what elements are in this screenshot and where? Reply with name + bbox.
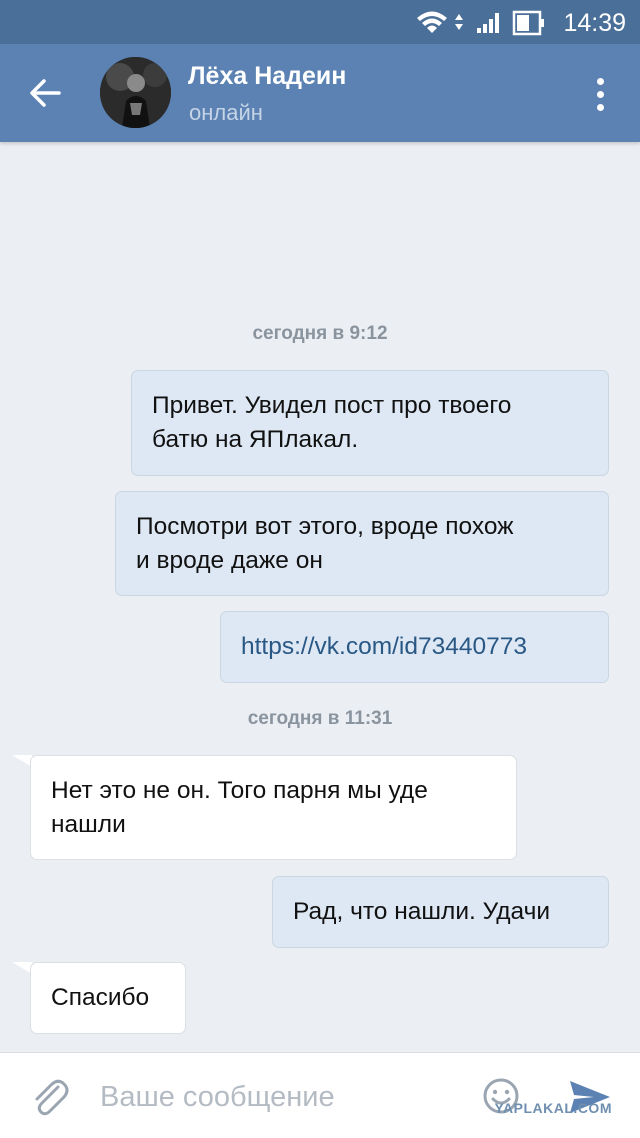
message-bubble-outgoing[interactable]: Привет. Увидел пост про твоего батю на Я… [131, 370, 609, 476]
signal-icon [477, 13, 499, 33]
battery-icon [512, 10, 544, 36]
bubble-tail [12, 755, 32, 767]
message-bubble-outgoing[interactable]: https://vk.com/id73440773 [220, 611, 609, 683]
status-icons [417, 10, 544, 36]
wifi-icon [417, 11, 447, 33]
date-separator: сегодня в 11:31 [247, 708, 393, 729]
message-link[interactable]: https://vk.com/id73440773 [241, 630, 527, 664]
message-text: Рад, что нашли. Удачи [293, 898, 551, 925]
chat-header: Лёха Надеин онлайн [0, 44, 640, 142]
contact-status: онлайн [189, 100, 263, 125]
data-arrows-icon [455, 14, 463, 30]
menu-dot-icon [596, 90, 604, 98]
date-separator: сегодня в 9:12 [252, 323, 388, 344]
back-button[interactable] [20, 68, 70, 118]
avatar-photo [100, 57, 171, 128]
message-text: Привет. Увидел пост про твоего батю на Я… [152, 392, 512, 453]
status-bar: 14:39 [0, 0, 640, 44]
attach-button[interactable] [28, 1075, 72, 1119]
message-bubble-incoming[interactable]: Нет это не он. Того парня мы уде нашли [30, 755, 517, 860]
message-list[interactable]: сегодня в 9:12 Привет. Увидел пост про т… [0, 142, 640, 1052]
message-bubble-outgoing[interactable]: Посмотри вот этого, вроде похож и вроде … [115, 491, 609, 596]
message-text: Спасибо [51, 984, 150, 1011]
watermark: YAPLAKAL.COM [494, 1100, 612, 1116]
menu-dot-icon [596, 103, 604, 111]
message-bubble-incoming[interactable]: Спасибо [30, 962, 186, 1034]
message-composer [0, 1052, 640, 1138]
message-text: Нет это не он. Того парня мы уде нашли [51, 776, 428, 838]
message-text: Посмотри вот этого, вроде похож и вроде … [136, 512, 514, 574]
bubble-tail [12, 962, 32, 974]
message-bubble-outgoing[interactable]: Рад, что нашли. Удачи [272, 876, 609, 948]
status-time: 14:39 [563, 9, 626, 37]
arrow-left-icon [30, 79, 61, 107]
menu-dot-icon [596, 77, 604, 85]
message-input[interactable] [100, 1075, 460, 1119]
avatar[interactable] [100, 57, 171, 128]
contact-name[interactable]: Лёха Надеин [188, 62, 346, 91]
paperclip-icon [35, 1079, 69, 1116]
more-menu-button[interactable] [580, 72, 620, 116]
